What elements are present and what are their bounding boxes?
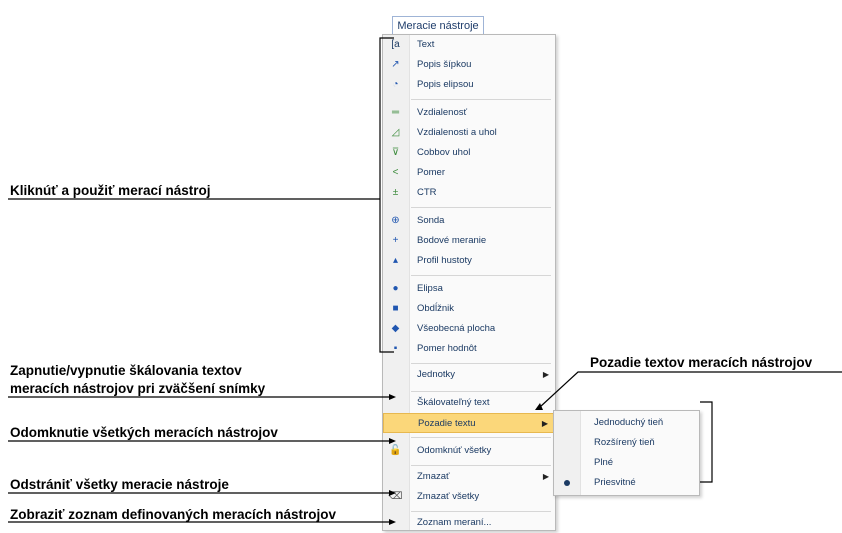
annotation-lines [8, 37, 842, 525]
